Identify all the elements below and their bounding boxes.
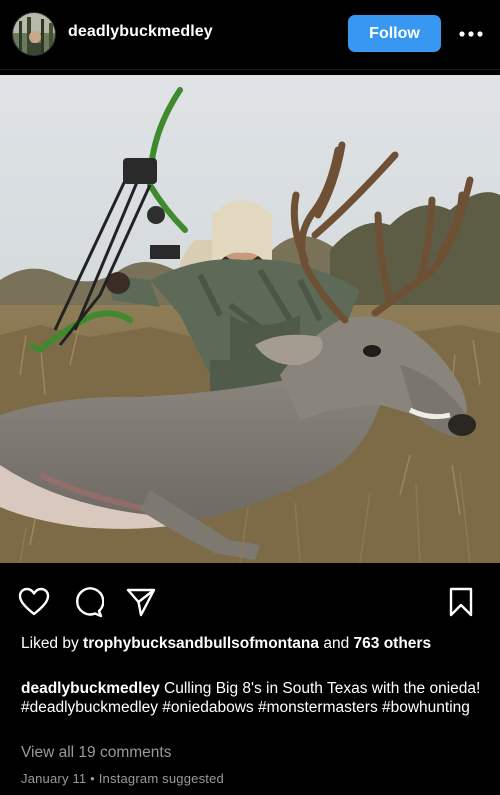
more-icon[interactable] bbox=[456, 20, 486, 48]
post-source: Instagram suggested bbox=[98, 771, 224, 786]
avatar[interactable] bbox=[12, 12, 56, 56]
post-actions bbox=[0, 563, 500, 633]
post-header: deadlybuckmedley Follow bbox=[0, 0, 500, 70]
likes-prefix: Liked by bbox=[21, 635, 79, 652]
follow-button[interactable]: Follow bbox=[348, 15, 441, 52]
likes-summary: Liked by trophybucksandbullsofmontana an… bbox=[21, 634, 481, 653]
likes-suffix[interactable]: others bbox=[384, 635, 431, 652]
comment-icon[interactable] bbox=[71, 585, 105, 619]
caption-username[interactable]: deadlybuckmedley bbox=[21, 680, 160, 697]
post-date: January 11 bbox=[21, 771, 87, 786]
likes-middle: and bbox=[323, 635, 350, 652]
post-meta: January 11 • Instagram suggested bbox=[21, 771, 224, 786]
post-caption: deadlybuckmedley Culling Big 8's in Sout… bbox=[21, 680, 481, 717]
username[interactable]: deadlybuckmedley bbox=[68, 23, 213, 41]
meta-separator: • bbox=[90, 771, 95, 786]
post-photo[interactable] bbox=[0, 75, 500, 563]
heart-icon[interactable] bbox=[17, 585, 51, 619]
likes-count[interactable]: 763 bbox=[354, 635, 380, 652]
view-all-comments-link[interactable]: View all 19 comments bbox=[21, 744, 171, 762]
bookmark-icon[interactable] bbox=[444, 585, 478, 619]
liker-username[interactable]: trophybucksandbullsofmontana bbox=[83, 635, 319, 652]
share-icon[interactable] bbox=[124, 585, 158, 619]
